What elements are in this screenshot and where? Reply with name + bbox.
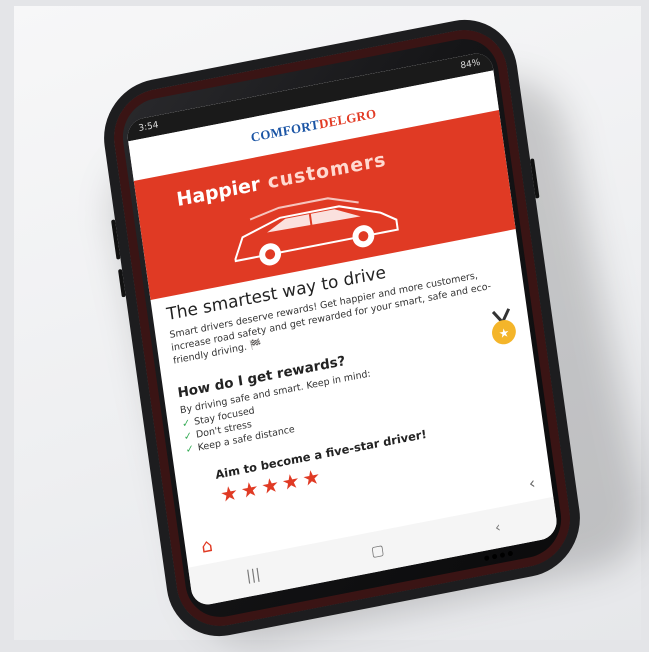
phone-device: 3:54 84% COMFORTDELGRO Happiercustomers — [96, 10, 588, 646]
star-icon: ★ — [259, 471, 281, 500]
phone-screen: 3:54 84% COMFORTDELGRO Happiercustomers — [125, 50, 559, 608]
svg-text:★: ★ — [498, 325, 511, 341]
home-icon[interactable]: ⌂ — [200, 534, 214, 557]
star-icon: ★ — [280, 467, 302, 496]
check-icon: ✓ — [185, 443, 195, 457]
recent-apps-icon[interactable]: ||| — [245, 566, 261, 585]
status-time: 3:54 — [137, 120, 160, 135]
home-button-icon[interactable]: ▢ — [370, 542, 385, 560]
back-button-icon[interactable]: ‹ — [494, 519, 502, 536]
status-battery: 84% — [459, 57, 481, 72]
star-icon: ★ — [218, 479, 240, 508]
star-icon: ★ — [239, 475, 261, 504]
star-icon: ★ — [300, 463, 322, 492]
chevron-left-icon[interactable]: ‹ — [527, 473, 536, 493]
medal-icon: ★ — [485, 305, 523, 355]
speaker-grille — [483, 550, 514, 562]
